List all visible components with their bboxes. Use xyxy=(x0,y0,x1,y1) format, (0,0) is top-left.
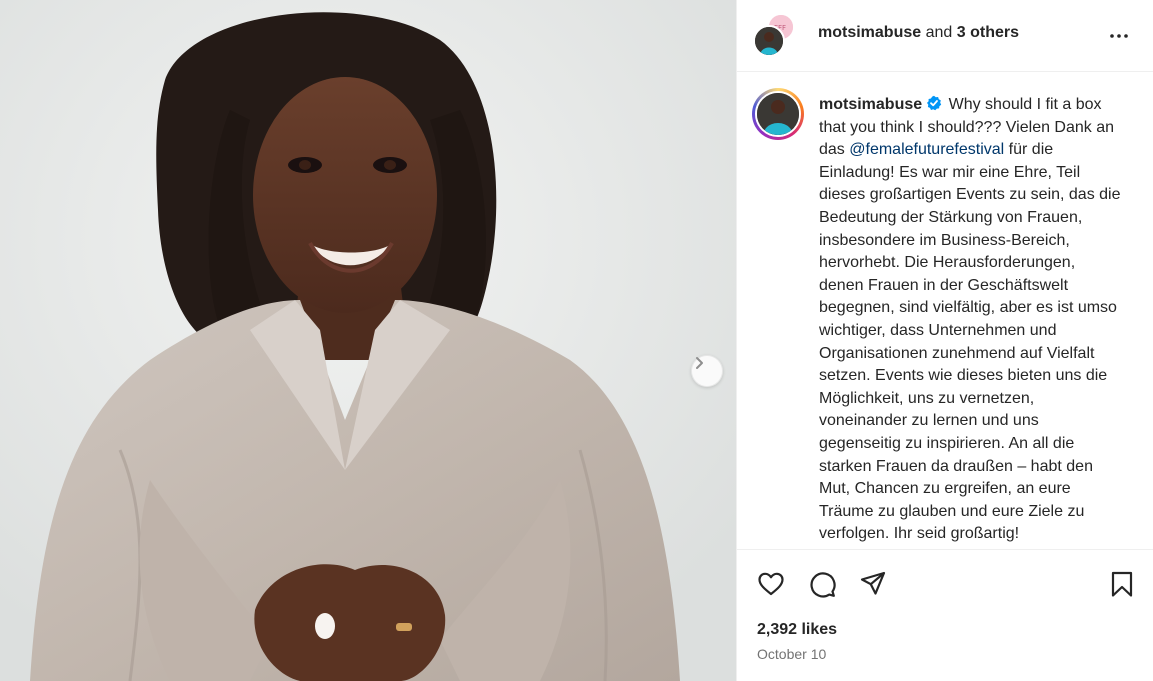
avatar[interactable] xyxy=(752,88,804,140)
more-options-button[interactable] xyxy=(1107,24,1131,48)
next-image-button[interactable] xyxy=(691,355,723,387)
username-link[interactable]: motsimabuse xyxy=(818,24,921,41)
send-icon xyxy=(860,571,886,595)
post-actions-section: 2,392 likes October 10 xyxy=(737,549,1153,681)
comment-button[interactable] xyxy=(807,569,837,599)
caption-text-rest: für die Einladung! Es war mir eine Ehre,… xyxy=(819,141,1121,543)
mention-link[interactable]: @femalefuturefestival xyxy=(849,141,1004,158)
more-options-icon xyxy=(1110,34,1128,38)
likes-count[interactable]: 2,392 likes xyxy=(757,621,837,639)
comment-icon xyxy=(810,572,836,598)
avatar[interactable] xyxy=(753,25,785,57)
share-button[interactable] xyxy=(858,569,888,599)
post-photo xyxy=(0,0,737,681)
header-usernames: motsimabuse and 3 others xyxy=(818,24,1019,42)
verified-badge-icon xyxy=(927,95,942,111)
collab-avatars[interactable]: FFF xyxy=(753,13,797,57)
save-button[interactable] xyxy=(1107,569,1137,599)
post-media[interactable] xyxy=(0,0,737,681)
post-header: FFF motsimabuse and 3 others xyxy=(737,0,1153,72)
heart-icon xyxy=(758,572,784,596)
and-text: and xyxy=(925,24,953,41)
chevron-right-icon xyxy=(696,357,703,369)
caption-area[interactable]: motsimabuse Why should I fit a box that … xyxy=(737,73,1153,549)
caption-username[interactable]: motsimabuse xyxy=(819,96,922,113)
like-button[interactable] xyxy=(756,569,786,599)
post-details-panel: FFF motsimabuse and 3 others motsimabuse xyxy=(737,0,1153,681)
post-date[interactable]: October 10 xyxy=(757,646,826,662)
post-caption: motsimabuse Why should I fit a box that … xyxy=(819,94,1124,546)
bookmark-icon xyxy=(1111,571,1133,597)
others-link[interactable]: 3 others xyxy=(957,24,1019,41)
